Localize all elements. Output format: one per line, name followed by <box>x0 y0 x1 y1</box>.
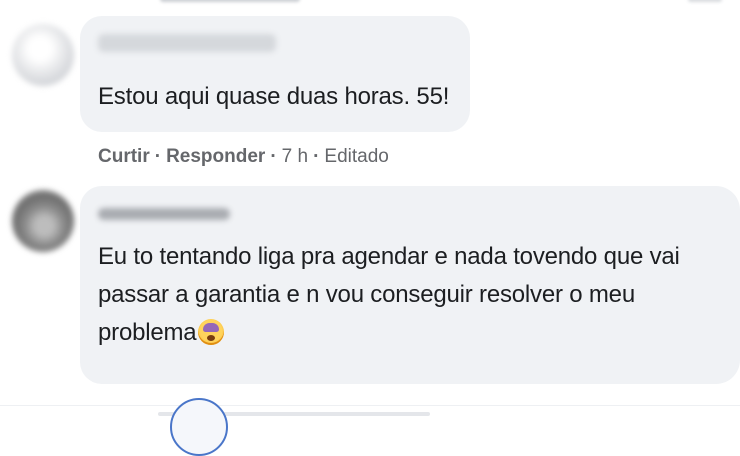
next-avatar[interactable] <box>170 398 228 456</box>
avatar[interactable] <box>12 190 74 252</box>
reply-link[interactable]: Responder <box>166 146 265 167</box>
comment-text: Eu to tentando liga pra agendar e nada t… <box>98 243 680 346</box>
avatar[interactable] <box>12 24 74 86</box>
weary-face-emoji-icon <box>198 319 225 345</box>
comment-bubble: Estou aqui quase duas horas. 55! <box>80 16 470 132</box>
comment-text-container: Eu to tentando liga pra agendar e nada t… <box>98 238 718 352</box>
divider <box>0 405 740 406</box>
comment-bubble: Eu to tentando liga pra agendar e nada t… <box>80 186 740 384</box>
comment-actions: Curtir · Responder · 7 h · Editado <box>98 146 389 168</box>
author-name-redacted[interactable] <box>98 34 276 52</box>
separator: · <box>154 146 162 167</box>
like-link[interactable]: Curtir <box>98 146 150 167</box>
cropped-previous-content <box>160 0 300 2</box>
comment-text: Estou aqui quase duas horas. 55! <box>98 83 450 110</box>
author-name-redacted[interactable] <box>98 208 230 220</box>
cropped-previous-content-right <box>688 0 722 2</box>
separator: · <box>313 146 320 167</box>
edited-label[interactable]: Editado <box>324 146 388 167</box>
timestamp-link[interactable]: 7 h <box>282 146 308 167</box>
separator: · <box>270 146 277 167</box>
